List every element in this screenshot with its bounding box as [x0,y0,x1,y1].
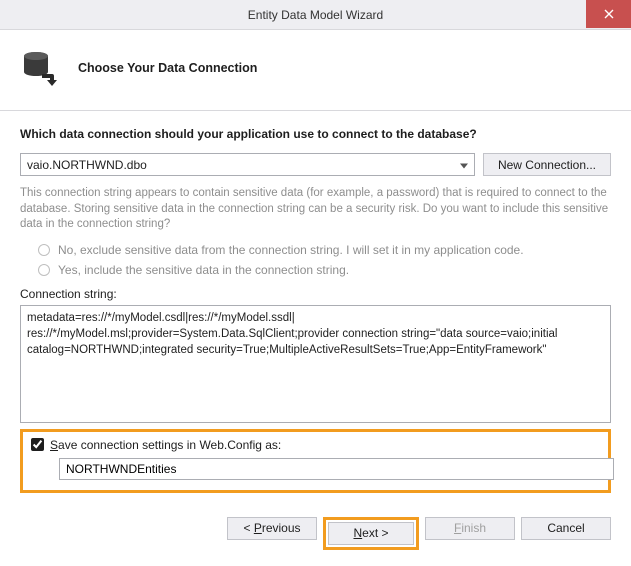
next-label: Next > [353,526,388,540]
connection-dropdown[interactable]: vaio.NORTHWND.dbo [20,153,475,176]
radio-exclude-sensitive: No, exclude sensitive data from the conn… [38,243,611,257]
save-settings-checkbox[interactable] [31,438,44,451]
radio-include-sensitive: Yes, include the sensitive data in the c… [38,263,611,277]
previous-button[interactable]: < Previous [227,517,317,540]
save-settings-highlight: Save connection settings in Web.Config a… [20,429,611,493]
next-button[interactable]: Next > [328,522,414,545]
connection-prompt: Which data connection should your applic… [20,127,611,141]
window-title: Entity Data Model Wizard [248,8,383,22]
title-bar: Entity Data Model Wizard [0,0,631,30]
next-highlight: Next > [323,517,419,550]
connection-string-label: Connection string: [20,287,611,301]
radio-exclude-label: No, exclude sensitive data from the conn… [58,243,524,257]
close-button[interactable] [586,0,631,28]
wizard-header: Choose Your Data Connection [0,30,631,111]
entity-name-input[interactable] [59,458,614,480]
wizard-footer: < Previous Next > Finish Cancel [0,503,631,564]
save-settings-checkbox-row[interactable]: Save connection settings in Web.Config a… [31,438,600,452]
connection-string-box[interactable]: metadata=res://*/myModel.csdl|res://*/my… [20,305,611,423]
wizard-subtitle: Choose Your Data Connection [78,61,257,75]
save-settings-label: Save connection settings in Web.Config a… [50,438,281,452]
sensitive-data-message: This connection string appears to contai… [20,186,611,233]
new-connection-label: New Connection... [498,158,596,172]
connection-string-text: metadata=res://*/myModel.csdl|res://*/my… [27,312,561,356]
dropdown-selected: vaio.NORTHWND.dbo [27,158,147,172]
new-connection-button[interactable]: New Connection... [483,153,611,176]
radio-include-label: Yes, include the sensitive data in the c… [58,263,349,277]
finish-label: Finish [454,521,486,535]
database-icon [22,48,62,88]
connection-row: vaio.NORTHWND.dbo New Connection... [20,153,611,176]
previous-label: < Previous [243,521,300,535]
cancel-label: Cancel [547,521,584,535]
cancel-button[interactable]: Cancel [521,517,611,540]
finish-button: Finish [425,517,515,540]
close-icon [604,9,614,19]
radio-icon [38,244,50,256]
radio-icon [38,264,50,276]
wizard-content: Which data connection should your applic… [0,111,631,503]
